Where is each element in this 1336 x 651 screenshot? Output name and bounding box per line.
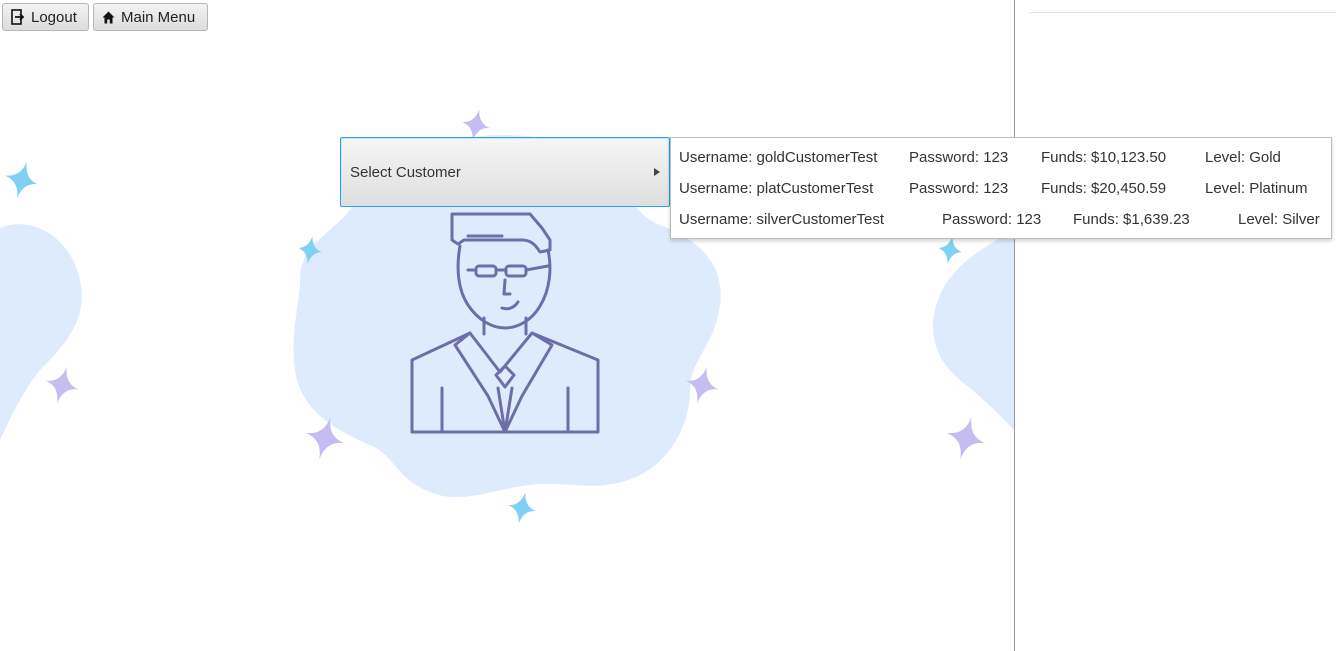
customer-submenu-popup: Username: goldCustomerTest Password: 123… xyxy=(670,137,1332,239)
customer-funds: Funds: $1,639.23 xyxy=(1073,211,1190,228)
customer-password: Password: 123 xyxy=(909,149,1009,166)
right-blob xyxy=(933,230,1014,430)
customer-username: Username: silverCustomerTest xyxy=(679,211,885,228)
customer-menu-item[interactable]: Username: goldCustomerTest Password: 123… xyxy=(671,142,1331,173)
home-icon xyxy=(102,11,115,24)
customer-funds: Funds: $20,450.59 xyxy=(1041,180,1167,197)
customer-menu-item[interactable]: Username: platCustomerTest Password: 123… xyxy=(671,173,1331,204)
main-pane: Logout Main Menu Select Customer xyxy=(0,0,1014,651)
background-illustration xyxy=(0,109,1014,524)
logout-icon xyxy=(11,9,25,25)
main-menu-label: Main Menu xyxy=(121,8,196,26)
customer-menu-item[interactable]: Username: silverCustomerTest Password: 1… xyxy=(671,204,1331,235)
logout-label: Logout xyxy=(31,8,77,26)
select-customer-label: Select Customer xyxy=(350,163,461,181)
customer-username: Username: goldCustomerTest xyxy=(679,149,878,166)
sparkle-7 xyxy=(508,492,536,524)
main-menu-button[interactable]: Main Menu xyxy=(93,3,208,31)
sparkle-1 xyxy=(4,161,38,199)
customer-password: Password: 123 xyxy=(942,211,1042,228)
submenu-arrow-icon xyxy=(654,168,660,176)
customer-level: Level: Silver xyxy=(1238,211,1320,228)
customer-funds: Funds: $10,123.50 xyxy=(1041,149,1167,166)
sparkle-4 xyxy=(45,366,79,404)
right-pane xyxy=(1014,0,1336,651)
sparkle-9 xyxy=(946,416,986,460)
logout-button[interactable]: Logout xyxy=(2,3,89,31)
select-customer-menu[interactable]: Select Customer xyxy=(340,137,670,207)
customer-password: Password: 123 xyxy=(909,180,1009,197)
customer-level: Level: Gold xyxy=(1205,149,1281,166)
customer-level: Level: Platinum xyxy=(1205,180,1308,197)
divider xyxy=(1029,12,1336,13)
left-blob xyxy=(0,224,82,440)
customer-username: Username: platCustomerTest xyxy=(679,180,874,197)
